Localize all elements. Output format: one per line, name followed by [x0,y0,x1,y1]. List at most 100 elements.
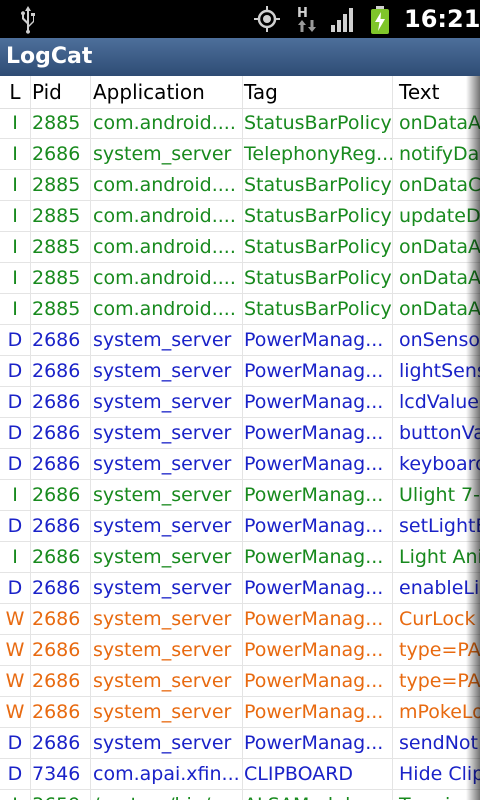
cell-tag: PowerManag... [242,697,393,727]
table-row[interactable]: D 2686 system_server PowerManag... onSenso [0,325,480,356]
cell-application: system_server [91,449,243,479]
table-row[interactable]: D 2686 system_server PowerManag... lcdValue [0,387,480,418]
table-row[interactable]: I 2686 system_server PowerManag... Light Ani [0,542,480,573]
cell-tag: PowerManag... [242,573,393,603]
cell-pid: 2686 [31,480,91,510]
cell-application: system_server [91,139,243,169]
cell-level: I [0,170,31,200]
table-row[interactable]: W 2686 system_server PowerManag... type=PA [0,635,480,666]
table-row[interactable]: I 2885 com.android.... StatusBarPolicy onDat… [0,263,480,294]
log-table[interactable]: L Pid Application Tag Text I 2885 com.andr… [0,76,480,800]
cell-tag: StatusBarPolicy [242,232,393,262]
status-bar: H 16:21 [0,0,480,38]
table-row[interactable]: D 2686 system_server PowerManag... buttonVa [0,418,480,449]
table-row[interactable]: D 2686 system_server PowerManag... setLightB [0,511,480,542]
table-row[interactable]: I 2885 com.android.... StatusBarPolicy onDat… [0,108,480,139]
cell-pid: 2686 [31,449,91,479]
cell-application: system_server [91,697,243,727]
cell-tag: StatusBarPolicy [242,108,393,138]
table-row[interactable]: W 2686 system_server PowerManag... type=PA [0,666,480,697]
cell-level: D [0,511,31,541]
column-header-application: Application [91,76,243,108]
cell-tag: StatusBarPolicy [242,294,393,324]
cell-application: com.android.... [91,108,243,138]
battery-charging-icon [371,6,389,34]
cell-tag: PowerManag... [242,511,393,541]
cell-application: system_server [91,356,243,386]
usb-icon [21,6,35,34]
cell-pid: 2686 [31,387,91,417]
cell-tag: TelephonyReg... [242,139,393,169]
cell-level: D [0,759,31,789]
cell-application: com.android.... [91,201,243,231]
cell-pid: 2885 [31,232,91,262]
table-row[interactable]: D 7346 com.apai.xfin... CLIPBOARD Hide Clip [0,759,480,790]
cell-application: com.android.... [91,263,243,293]
cell-tag: PowerManag... [242,635,393,665]
cell-level: D [0,573,31,603]
title-bar: LogCat [0,38,480,76]
table-row[interactable]: D 2686 system_server PowerManag... enableLi [0,573,480,604]
cell-level: I [0,201,31,231]
log-rows: I 2885 com.android.... StatusBarPolicy onDat… [0,108,480,800]
cell-application: system_server [91,325,243,355]
cell-pid: 2686 [31,139,91,169]
column-header-pid: Pid [31,76,91,108]
table-row[interactable]: I 2885 com.android.... StatusBarPolicy onDat… [0,294,480,325]
table-row[interactable]: I3659/system/bin/...ALSAModuleTermina [0,790,480,800]
cell-level: D [0,449,31,479]
cell-tag: PowerManag... [242,325,393,355]
cell-level: I [0,542,31,572]
table-header: L Pid Application Tag Text [0,76,480,109]
table-row[interactable]: I 2885 com.android.... StatusBarPolicy onDat… [0,170,480,201]
cell-application: system_server [91,480,243,510]
column-header-level: L [0,76,31,108]
cell-application: system_server [91,418,243,448]
table-row[interactable]: D 2686 system_server PowerManag... keyboard [0,449,480,480]
cell-level: I [0,294,31,324]
table-row[interactable]: I 2686 system_server TelephonyReg... notifyD… [0,139,480,170]
cell-application: system_server [91,387,243,417]
cell-pid: 7346 [31,759,91,789]
cell-pid: 2686 [31,356,91,386]
cell-tag: PowerManag... [242,666,393,696]
cell-level: W [0,666,31,696]
table-row[interactable]: I 2686 system_server PowerManag... Ulight 7- [0,480,480,511]
table-row[interactable]: W 2686 system_server PowerManag... CurLock [0,604,480,635]
cell-application: system_server [91,635,243,665]
data-type-label: H [297,6,308,21]
table-row[interactable]: I 2885 com.android.... StatusBarPolicy updat… [0,201,480,232]
table-row[interactable]: D 2686 system_server PowerManag... sendNot [0,728,480,759]
cell-level: W [0,697,31,727]
cell-application: system_server [91,604,243,634]
signal-icon [331,8,353,32]
cell-level: D [0,356,31,386]
scroll-edge-shadow [466,76,480,800]
cell-pid: 2885 [31,108,91,138]
cell-tag: PowerManag... [242,418,393,448]
cell-application: com.android.... [91,170,243,200]
cell-pid: 2686 [31,542,91,572]
cell-tag: CLIPBOARD [242,759,393,789]
cell-tag: StatusBarPolicy [242,263,393,293]
cell-pid: 2686 [31,573,91,603]
table-row[interactable]: W 2686 system_server PowerManag... mPokeLo [0,697,480,728]
cell-pid: 2686 [31,728,91,758]
cell-tag: PowerManag... [242,449,393,479]
cell-level: D [0,728,31,758]
cell-level: D [0,325,31,355]
cell-pid: 2686 [31,635,91,665]
cell-tag: PowerManag... [242,480,393,510]
table-row[interactable]: I 2885 com.android.... StatusBarPolicy onDat… [0,232,480,263]
cell-level: I [0,480,31,510]
cell-pid: 2885 [31,201,91,231]
table-row[interactable]: D 2686 system_server PowerManag... lightSens [0,356,480,387]
cell-pid: 2686 [31,511,91,541]
cell-application: system_server [91,511,243,541]
cell-tag: StatusBarPolicy [242,170,393,200]
cell-tag: StatusBarPolicy [242,201,393,231]
data-transfer-icon: H [297,6,316,32]
cell-application: /system/bin/... [91,790,243,800]
cell-level: W [0,604,31,634]
cell-level: D [0,387,31,417]
